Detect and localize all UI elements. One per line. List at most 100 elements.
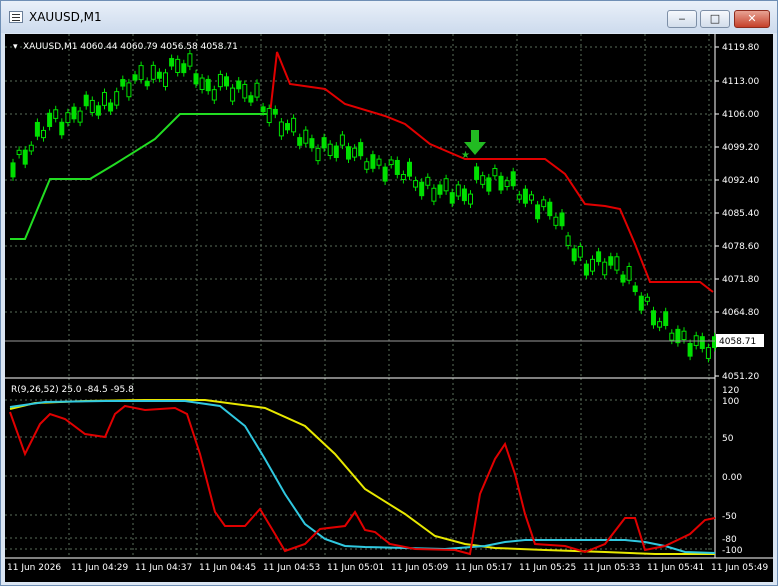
candle-body [370, 154, 376, 169]
candlesticks [10, 49, 717, 363]
maximize-button[interactable]: □ [700, 10, 730, 28]
candle-body [492, 168, 498, 177]
candle-body [413, 180, 419, 188]
candle-body [242, 83, 248, 99]
candle-body [608, 256, 614, 266]
candle-body [83, 94, 89, 107]
time-label: 11 Jun 2026 [7, 563, 61, 573]
candle-body [217, 73, 223, 88]
candle-body [47, 112, 53, 127]
indicator-label: -80 [722, 535, 737, 545]
candle-body [407, 161, 412, 177]
candle-body [431, 187, 437, 202]
candle-body [510, 171, 516, 187]
price-label: 4119.80 [722, 43, 759, 53]
candle-body [333, 145, 339, 158]
candle-body [699, 336, 705, 349]
candle-body [285, 123, 290, 131]
price-label: 4078.60 [722, 242, 759, 252]
candle-body [687, 343, 693, 357]
close-button[interactable]: ✕ [734, 10, 770, 28]
candle-body [474, 166, 480, 180]
candle-body [443, 178, 449, 192]
signal-marker-icon: ★ [461, 150, 470, 161]
candle-body [138, 65, 144, 81]
candle-body [468, 193, 473, 205]
candle-body [644, 296, 650, 302]
candle-body [449, 192, 455, 204]
candle-body [71, 106, 77, 120]
time-label: 11 Jun 04:45 [199, 563, 256, 573]
candle-body [272, 108, 278, 115]
header-arrow-icon: ▾ [13, 42, 18, 52]
candle-body [10, 162, 16, 178]
trailing-stop-up-line [10, 113, 270, 240]
indicator-grid [5, 378, 715, 558]
candle-body [376, 158, 382, 166]
indicator-label: 50 [722, 434, 734, 444]
indicator-yellow-line [9, 399, 715, 555]
time-label: 11 Jun 05:41 [647, 563, 704, 573]
indicator-label: -100 [722, 546, 743, 556]
candle-body [16, 149, 22, 156]
title-bar[interactable]: XAUUSD,M1 ‒ □ ✕ [1, 1, 777, 33]
candle-body [41, 129, 46, 139]
candle-body [34, 121, 40, 137]
candle-body [315, 147, 321, 162]
candle-body [120, 79, 126, 87]
indicator-cyan-line [9, 400, 716, 554]
candle-body [364, 161, 370, 170]
candle-body [22, 149, 28, 165]
candle-body [266, 108, 272, 124]
candle-body [614, 256, 620, 271]
candle-body [705, 347, 711, 359]
candle-body [547, 201, 553, 217]
candle-body [590, 258, 595, 272]
indicator-label: 120 [722, 386, 739, 396]
candle-body [126, 82, 132, 98]
candle-body [541, 199, 547, 208]
candle-body [163, 72, 168, 87]
candle-body [224, 76, 229, 87]
candle-body [53, 109, 59, 119]
price-label: 4099.20 [722, 143, 759, 153]
candle-body [65, 112, 71, 124]
candle-body [522, 188, 528, 204]
candle-body [108, 102, 114, 112]
candle-body [712, 336, 717, 348]
candle-body [181, 63, 187, 74]
indicator-label: -50 [722, 512, 737, 522]
candle-body [89, 99, 95, 113]
candle-body [254, 82, 260, 98]
candle-body [498, 175, 504, 191]
candle-body [535, 204, 541, 220]
candle-body [193, 73, 199, 85]
minimize-button[interactable]: ‒ [667, 10, 697, 28]
price-axis: 4119.80 4113.00 4106.00 4099.20 4092.40 … [715, 43, 759, 382]
candle-body [169, 58, 175, 67]
time-label: 11 Jun 04:37 [135, 563, 192, 573]
indicator-label: 100 [722, 397, 739, 407]
time-label: 11 Jun 05:25 [519, 563, 576, 573]
candle-body [327, 143, 333, 156]
candle-body [486, 177, 492, 192]
candle-body [596, 251, 602, 263]
candle-body [651, 310, 656, 326]
candle-body [102, 91, 107, 106]
candle-body [504, 180, 510, 187]
chart-area[interactable]: ★ ▾ XAUUSD,M1 4060.44 4060.79 4056.58 40… [5, 34, 773, 582]
candle-body [669, 332, 675, 341]
chart-header: XAUUSD,M1 4060.44 4060.79 4056.58 4058.7… [23, 42, 238, 52]
candle-body [620, 274, 626, 283]
time-label: 11 Jun 05:09 [391, 563, 448, 573]
price-label: 4051.20 [722, 372, 759, 382]
candle-body [394, 159, 400, 175]
indicator-axis: 120 100 50 0.00 -50 -80 -100 [722, 386, 743, 556]
time-label: 11 Jun 05:33 [583, 563, 640, 573]
candle-body [516, 194, 522, 200]
candle-body [339, 134, 345, 146]
candle-body [303, 129, 309, 144]
time-axis: 11 Jun 2026 11 Jun 04:29 11 Jun 04:37 11… [7, 563, 768, 573]
candle-body [626, 266, 632, 281]
chart-canvas[interactable]: ★ ▾ XAUUSD,M1 4060.44 4060.79 4056.58 40… [5, 34, 773, 582]
